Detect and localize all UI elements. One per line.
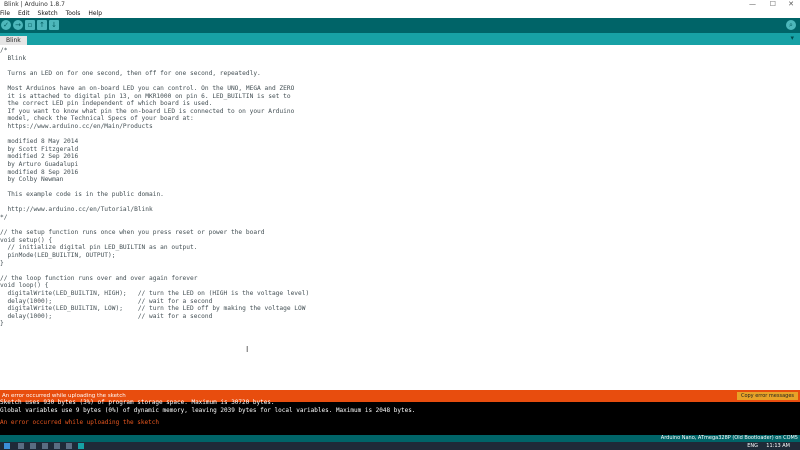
close-icon[interactable]: ✕ bbox=[788, 0, 794, 8]
upload-button[interactable]: → bbox=[13, 20, 23, 30]
console-output[interactable]: Sketch uses 930 bytes (3%) of program st… bbox=[0, 399, 800, 435]
os-taskbar: ENG 11:13 AM bbox=[0, 442, 800, 450]
code-editor[interactable]: /* Blink Turns an LED on for one second,… bbox=[0, 45, 800, 390]
code-line[interactable]: // the setup function runs once when you… bbox=[0, 229, 309, 237]
code-line[interactable]: pinMode(LED_BUILTIN, OUTPUT); bbox=[0, 252, 309, 260]
window-title: Blink | Arduino 1.8.7 bbox=[4, 1, 65, 8]
save-button[interactable]: ↓ bbox=[49, 20, 59, 30]
tab-blink[interactable]: Blink bbox=[0, 36, 27, 45]
tab-bar: Blink ▾ bbox=[0, 33, 800, 45]
taskbar-app-icon[interactable] bbox=[54, 443, 60, 449]
verify-button[interactable]: ✓ bbox=[1, 20, 11, 30]
code-line[interactable]: digitalWrite(LED_BUILTIN, HIGH); // turn… bbox=[0, 290, 309, 298]
tab-menu-arrow-icon[interactable]: ▾ bbox=[790, 34, 794, 42]
search-icon[interactable] bbox=[18, 443, 24, 449]
code-line[interactable]: delay(1000); // wait for a second bbox=[0, 313, 309, 321]
code-line[interactable] bbox=[0, 77, 309, 85]
menu-bar: File Edit Sketch Tools Help bbox=[0, 10, 800, 18]
code-line[interactable]: This example code is in the public domai… bbox=[0, 191, 309, 199]
code-line[interactable]: void setup() { bbox=[0, 237, 309, 245]
code-line[interactable] bbox=[0, 184, 309, 192]
code-line[interactable]: Blink bbox=[0, 55, 309, 63]
code-line[interactable] bbox=[0, 131, 309, 139]
window-titlebar: Blink | Arduino 1.8.7 — ☐ ✕ bbox=[0, 0, 800, 10]
menu-tools[interactable]: Tools bbox=[66, 10, 81, 17]
code-line[interactable]: void loop() { bbox=[0, 282, 309, 290]
code-line[interactable]: // initialize digital pin LED_BUILTIN as… bbox=[0, 244, 309, 252]
text-cursor-icon: I bbox=[246, 345, 249, 354]
code-line[interactable]: https://www.arduino.cc/en/Main/Products bbox=[0, 123, 309, 131]
code-line[interactable]: http://www.arduino.cc/en/Tutorial/Blink bbox=[0, 206, 309, 214]
code-line[interactable] bbox=[0, 199, 309, 207]
arrow-up-icon: ↑ bbox=[39, 21, 45, 29]
magnifier-icon: ⌕ bbox=[789, 21, 793, 29]
code-line[interactable]: Turns an LED on for one second, then off… bbox=[0, 70, 309, 78]
code-line[interactable]: } bbox=[0, 260, 309, 268]
arrow-down-icon: ↓ bbox=[51, 21, 57, 29]
menu-help[interactable]: Help bbox=[88, 10, 102, 17]
taskbar-clock[interactable]: 11:13 AM bbox=[766, 442, 790, 450]
code-line[interactable]: modified 2 Sep 2016 bbox=[0, 153, 309, 161]
code-line[interactable]: modified 8 Sep 2016 bbox=[0, 169, 309, 177]
console-line: Sketch uses 930 bytes (3%) of program st… bbox=[0, 399, 275, 406]
menu-sketch[interactable]: Sketch bbox=[38, 10, 58, 17]
windows-start-icon[interactable] bbox=[4, 443, 10, 449]
language-indicator[interactable]: ENG bbox=[747, 442, 758, 450]
code-line[interactable]: by Scott Fitzgerald bbox=[0, 146, 309, 154]
minimize-icon[interactable]: — bbox=[749, 0, 756, 8]
console-error-line: An error occurred while uploading the sk… bbox=[0, 419, 159, 426]
board-status-bar: Arduino Nano, ATmega328P (Old Bootloader… bbox=[0, 435, 800, 442]
menu-file[interactable]: File bbox=[0, 10, 10, 17]
code-line[interactable] bbox=[0, 267, 309, 275]
code-line[interactable]: /* bbox=[0, 47, 309, 55]
code-line[interactable] bbox=[0, 62, 309, 70]
open-button[interactable]: ↑ bbox=[37, 20, 47, 30]
board-info: Arduino Nano, ATmega328P (Old Bootloader… bbox=[660, 435, 798, 441]
code-line[interactable]: by Colby Newman bbox=[0, 176, 309, 184]
code-text[interactable]: /* Blink Turns an LED on for one second,… bbox=[0, 47, 309, 328]
arrow-right-icon: → bbox=[15, 21, 21, 29]
code-line[interactable]: delay(1000); // wait for a second bbox=[0, 298, 309, 306]
code-line[interactable]: model, check the Technical Specs of your… bbox=[0, 115, 309, 123]
code-line[interactable]: modified 8 May 2014 bbox=[0, 138, 309, 146]
code-line[interactable] bbox=[0, 222, 309, 230]
code-line[interactable]: // the loop function runs over and over … bbox=[0, 275, 309, 283]
code-line[interactable]: */ bbox=[0, 214, 309, 222]
menu-edit[interactable]: Edit bbox=[18, 10, 30, 17]
code-line[interactable]: } bbox=[0, 320, 309, 328]
code-line[interactable]: it is attached to digital pin 13, on MKR… bbox=[0, 93, 309, 101]
arduino-taskbar-icon[interactable] bbox=[78, 443, 84, 449]
serial-monitor-button[interactable]: ⌕ bbox=[786, 20, 796, 30]
code-line[interactable]: If you want to know what pin the on-boar… bbox=[0, 108, 309, 116]
check-icon: ✓ bbox=[3, 21, 9, 29]
taskbar-app-icon[interactable] bbox=[66, 443, 72, 449]
code-line[interactable]: digitalWrite(LED_BUILTIN, LOW); // turn … bbox=[0, 305, 309, 313]
taskbar-app-icon[interactable] bbox=[42, 443, 48, 449]
copy-error-messages-button[interactable]: Copy error messages bbox=[736, 392, 798, 400]
new-file-icon: ▫ bbox=[27, 21, 33, 29]
maximize-icon[interactable]: ☐ bbox=[770, 0, 776, 8]
code-line[interactable]: by Arturo Guadalupi bbox=[0, 161, 309, 169]
code-line[interactable]: the correct LED pin independent of which… bbox=[0, 100, 309, 108]
new-button[interactable]: ▫ bbox=[25, 20, 35, 30]
code-line[interactable]: Most Arduinos have an on-board LED you c… bbox=[0, 85, 309, 93]
toolbar: ✓ → ▫ ↑ ↓ ⌕ bbox=[0, 18, 800, 33]
task-view-icon[interactable] bbox=[30, 443, 36, 449]
console-line: Global variables use 9 bytes (0%) of dyn… bbox=[0, 407, 416, 414]
